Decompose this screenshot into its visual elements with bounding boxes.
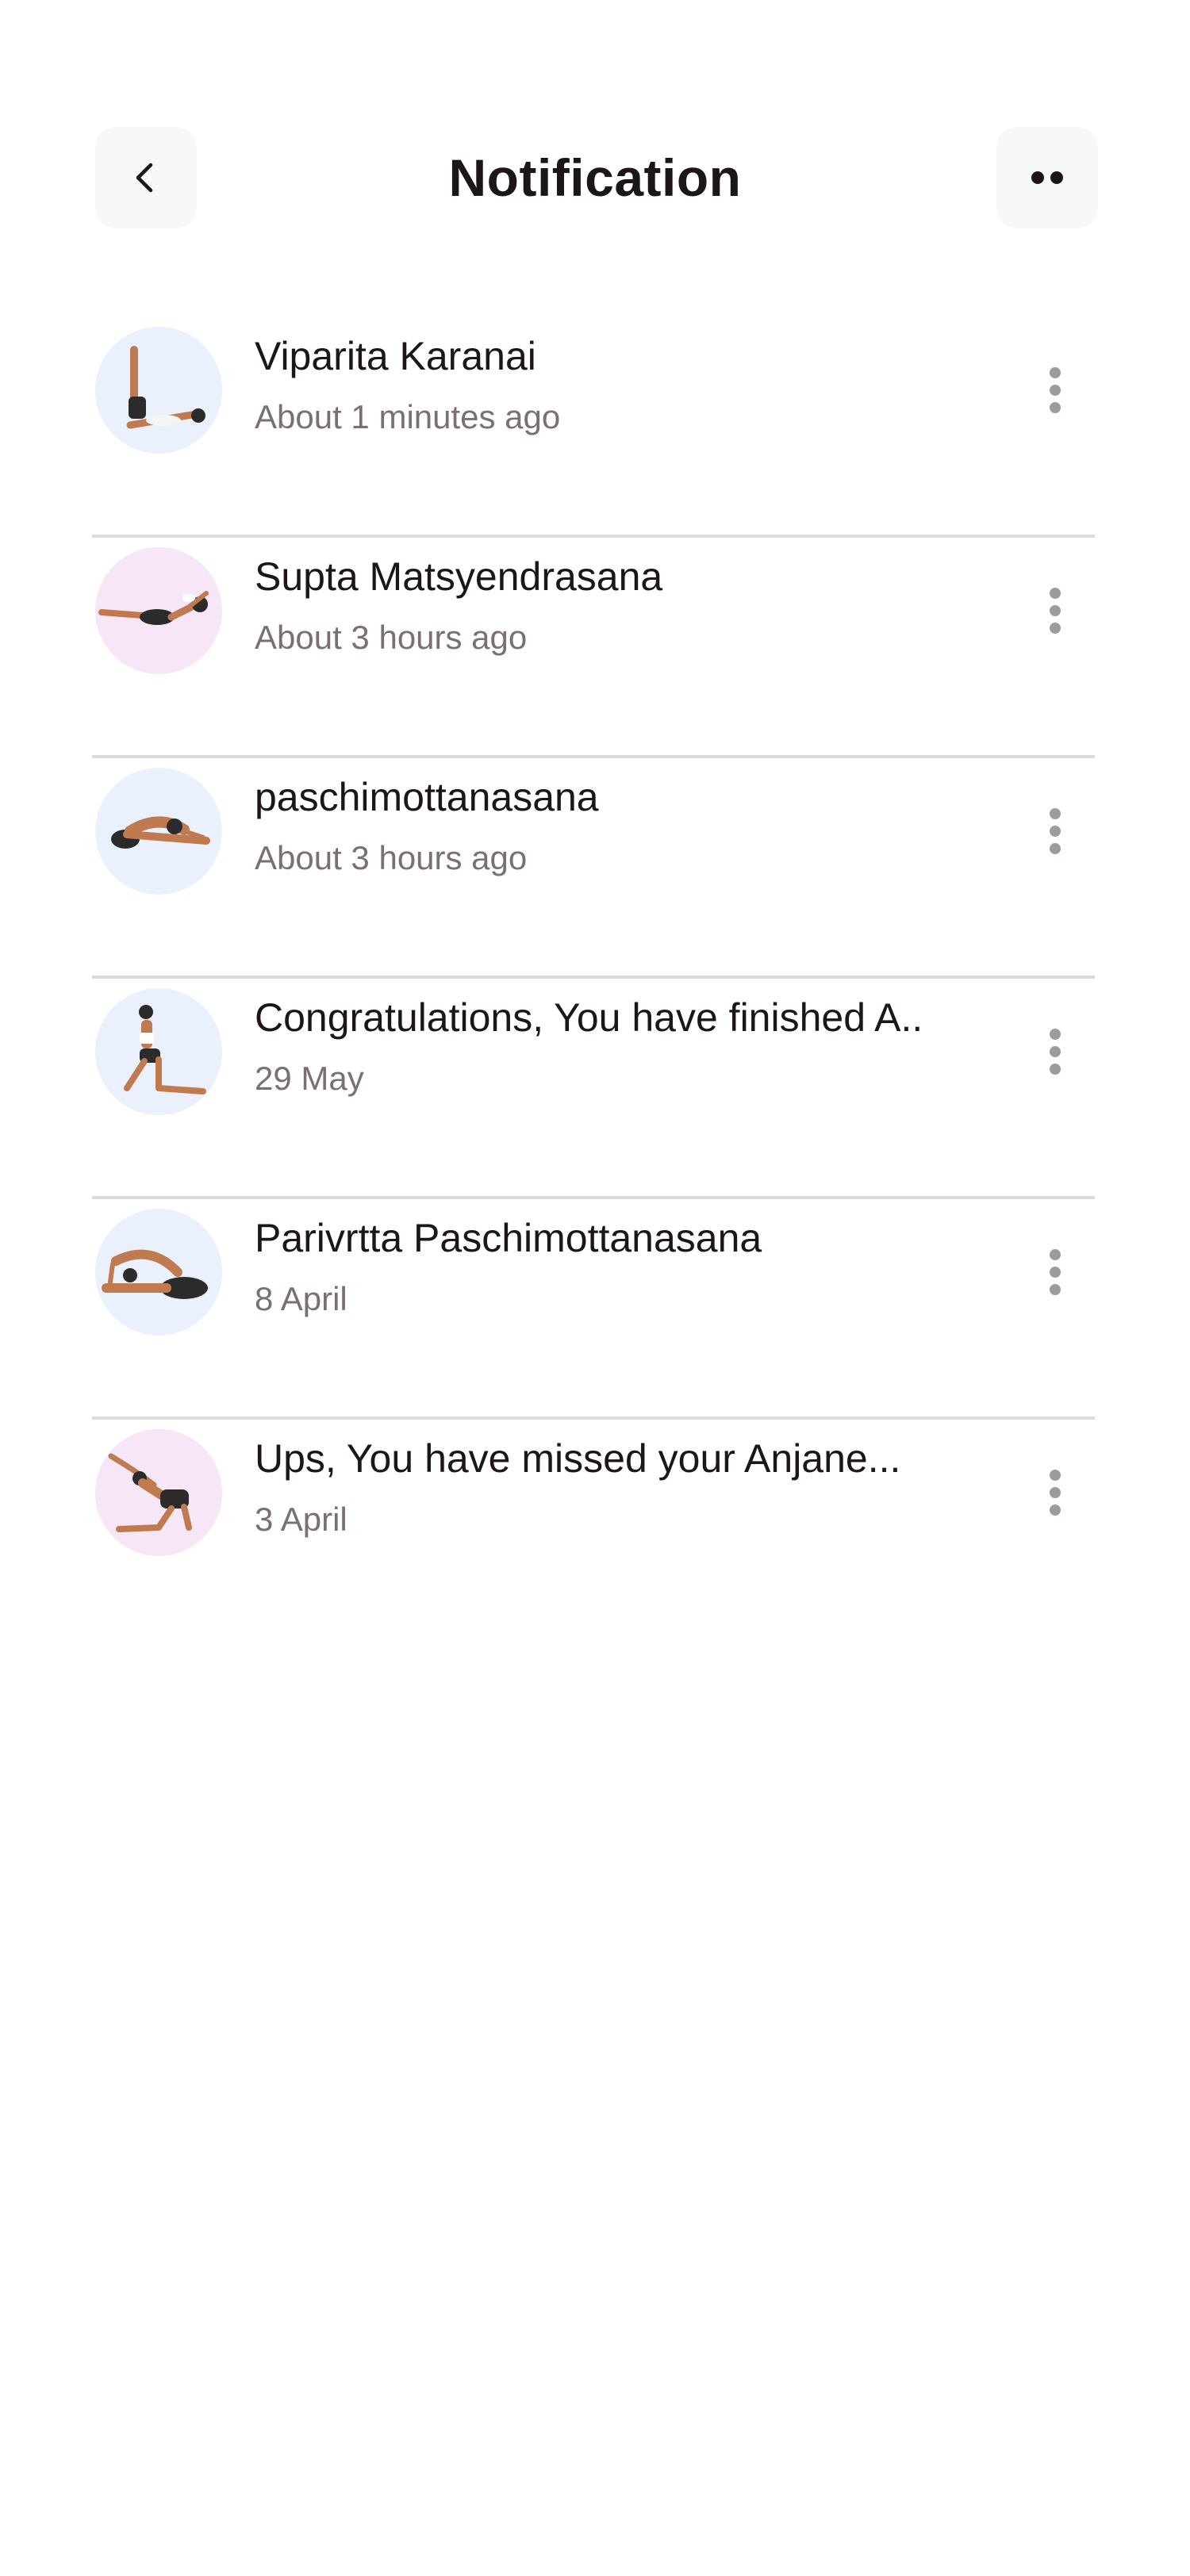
- avatar: [95, 988, 222, 1115]
- notification-text: Parivrtta Paschimottanasana 8 April: [255, 1210, 1048, 1321]
- avatar: [95, 547, 222, 674]
- notification-item[interactable]: paschimottanasana About 3 hours ago: [92, 758, 1095, 979]
- notification-list: Viparita Karanai About 1 minutes ago Sup…: [92, 317, 1095, 1640]
- kebab-menu-icon[interactable]: [1031, 351, 1079, 430]
- header: Notification: [0, 127, 1190, 228]
- kebab-menu-icon[interactable]: [1031, 1012, 1079, 1091]
- yoga-pose-icon: [95, 1209, 222, 1336]
- notification-item[interactable]: Viparita Karanai About 1 minutes ago: [92, 317, 1095, 538]
- avatar: [95, 327, 222, 454]
- yoga-pose-icon: [95, 988, 222, 1115]
- kebab-menu-icon[interactable]: [1031, 1453, 1079, 1532]
- notification-title: Viparita Karanai: [255, 334, 536, 378]
- notification-title: paschimottanasana: [255, 775, 599, 819]
- notification-time: 29 May: [255, 1060, 364, 1097]
- kebab-menu-icon[interactable]: [1031, 792, 1079, 871]
- yoga-pose-icon: [95, 768, 222, 895]
- notification-item[interactable]: Parivrtta Paschimottanasana 8 April: [92, 1199, 1095, 1420]
- notification-text: Ups, You have missed your Anjane... 3 Ap…: [255, 1431, 1048, 1542]
- notification-time: 8 April: [255, 1280, 347, 1317]
- notification-item[interactable]: Congratulations, You have finished A.. 2…: [92, 979, 1095, 1199]
- notification-title: Supta Matsyendrasana: [255, 554, 663, 599]
- kebab-menu-icon[interactable]: [1031, 571, 1079, 650]
- notification-text: Viparita Karanai About 1 minutes ago: [255, 328, 1048, 439]
- kebab-menu-icon[interactable]: [1031, 1232, 1079, 1312]
- avatar: [95, 1209, 222, 1336]
- avatar: [95, 1429, 222, 1556]
- avatar: [95, 768, 222, 895]
- yoga-pose-icon: [95, 327, 222, 454]
- notification-time: About 3 hours ago: [255, 839, 528, 876]
- more-options-button[interactable]: [996, 127, 1098, 228]
- yoga-pose-icon: [95, 547, 222, 674]
- notification-title: Ups, You have missed your Anjane...: [255, 1436, 901, 1481]
- notification-item[interactable]: Ups, You have missed your Anjane... 3 Ap…: [92, 1420, 1095, 1640]
- more-dots-icon: [1031, 171, 1063, 184]
- notification-title: Parivrtta Paschimottanasana: [255, 1216, 762, 1260]
- notification-item[interactable]: Supta Matsyendrasana About 3 hours ago: [92, 538, 1095, 758]
- notification-title: Congratulations, You have finished A..: [255, 995, 923, 1040]
- notification-time: About 1 minutes ago: [255, 398, 561, 435]
- notification-time: 3 April: [255, 1501, 347, 1538]
- notification-text: Supta Matsyendrasana About 3 hours ago: [255, 549, 1048, 660]
- notification-text: Congratulations, You have finished A.. 2…: [255, 990, 1048, 1101]
- notification-time: About 3 hours ago: [255, 619, 528, 656]
- notification-text: paschimottanasana About 3 hours ago: [255, 769, 1048, 880]
- yoga-pose-icon: [95, 1429, 222, 1556]
